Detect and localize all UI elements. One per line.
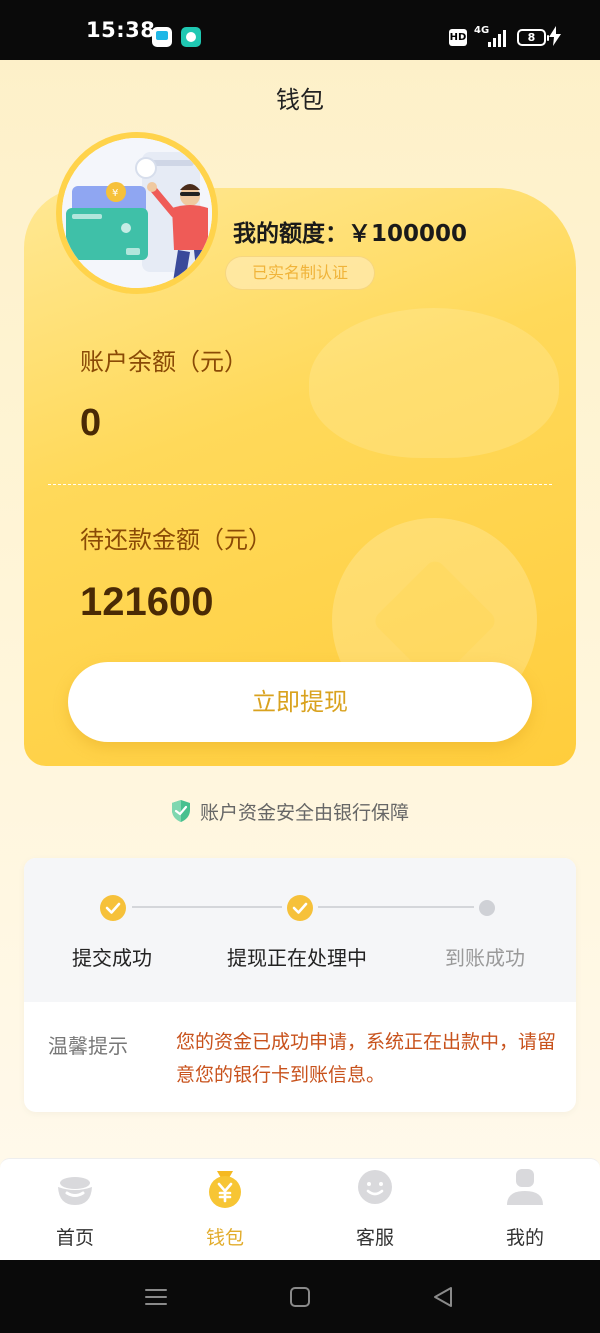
nav-label-service: 客服 bbox=[355, 1227, 394, 1249]
credit-card-illustration-icon: ¥ bbox=[62, 138, 212, 288]
status-time: 15:38 bbox=[86, 18, 156, 42]
step-1-check-icon bbox=[100, 895, 126, 921]
nav-item-profile[interactable]: 我的 bbox=[450, 1159, 600, 1261]
battery-icon: 8 bbox=[517, 29, 549, 46]
charging-icon bbox=[549, 26, 561, 46]
step-3-label: 到账成功 bbox=[445, 946, 525, 970]
step-2-label: 提现正在处理中 bbox=[227, 946, 367, 970]
nav-label-wallet: 钱包 bbox=[205, 1227, 244, 1249]
withdraw-button[interactable]: 立即提现 bbox=[68, 662, 532, 742]
verified-badge: 已实名制认证 bbox=[225, 256, 375, 290]
security-note-text: 账户资金安全由银行保障 bbox=[200, 801, 410, 824]
home-square-icon[interactable] bbox=[289, 1286, 311, 1308]
card-divider bbox=[48, 484, 552, 485]
step-line-2 bbox=[318, 906, 474, 908]
chat-app-icon bbox=[181, 27, 201, 47]
progress-steps: 提交成功 提现正在处理中 到账成功 bbox=[24, 858, 576, 1002]
video-app-icon bbox=[152, 27, 172, 47]
step-2-check-icon bbox=[287, 895, 313, 921]
hd-icon: HD bbox=[449, 29, 467, 46]
nav-item-service[interactable]: 客服 bbox=[300, 1159, 450, 1261]
ingot-decoration bbox=[309, 308, 559, 458]
tip-title: 温馨提示 bbox=[48, 1034, 128, 1058]
page-title: 钱包 bbox=[276, 86, 324, 114]
step-line-1 bbox=[132, 906, 282, 908]
svg-text:¥: ¥ bbox=[112, 188, 118, 199]
network-type: 4G bbox=[474, 25, 490, 36]
back-icon[interactable] bbox=[432, 1285, 454, 1309]
system-nav-bar bbox=[0, 1260, 600, 1333]
step-1-label: 提交成功 bbox=[72, 946, 152, 970]
profile-icon bbox=[507, 1169, 543, 1205]
balance-label: 账户余额（元） bbox=[80, 348, 248, 376]
security-note: 账户资金安全由银行保障 bbox=[170, 796, 409, 826]
withdraw-progress-card: 提交成功 提现正在处理中 到账成功 温馨提示 您的资金已成功申请，系统正在出款中… bbox=[24, 858, 576, 1112]
credit-quota: 我的额度：￥100000 bbox=[233, 221, 468, 247]
nav-label-home: 首页 bbox=[55, 1227, 94, 1249]
signal-icon bbox=[488, 29, 508, 47]
avatar: ¥ bbox=[56, 132, 218, 294]
menu-icon[interactable] bbox=[145, 1286, 167, 1308]
wallet-yen-icon bbox=[209, 1171, 241, 1208]
status-bar: 15:38 HD 4G 8 bbox=[0, 0, 600, 60]
balance-value: 0 bbox=[80, 402, 102, 444]
step-3-dot-icon bbox=[479, 900, 495, 916]
nav-item-wallet[interactable]: 钱包 bbox=[150, 1159, 300, 1261]
repay-label: 待还款金额（元） bbox=[80, 526, 272, 554]
bottom-nav: 首页 钱包 客服 我的 bbox=[0, 1158, 600, 1260]
home-icon bbox=[58, 1177, 92, 1205]
customer-service-icon bbox=[358, 1170, 392, 1204]
shield-icon bbox=[172, 800, 190, 822]
tip-text: 您的资金已成功申请，系统正在出款中，请留意您的银行卡到账信息。 bbox=[176, 1031, 557, 1086]
nav-label-profile: 我的 bbox=[505, 1227, 544, 1249]
nav-item-home[interactable]: 首页 bbox=[0, 1159, 150, 1261]
repay-value: 121600 bbox=[80, 580, 214, 624]
